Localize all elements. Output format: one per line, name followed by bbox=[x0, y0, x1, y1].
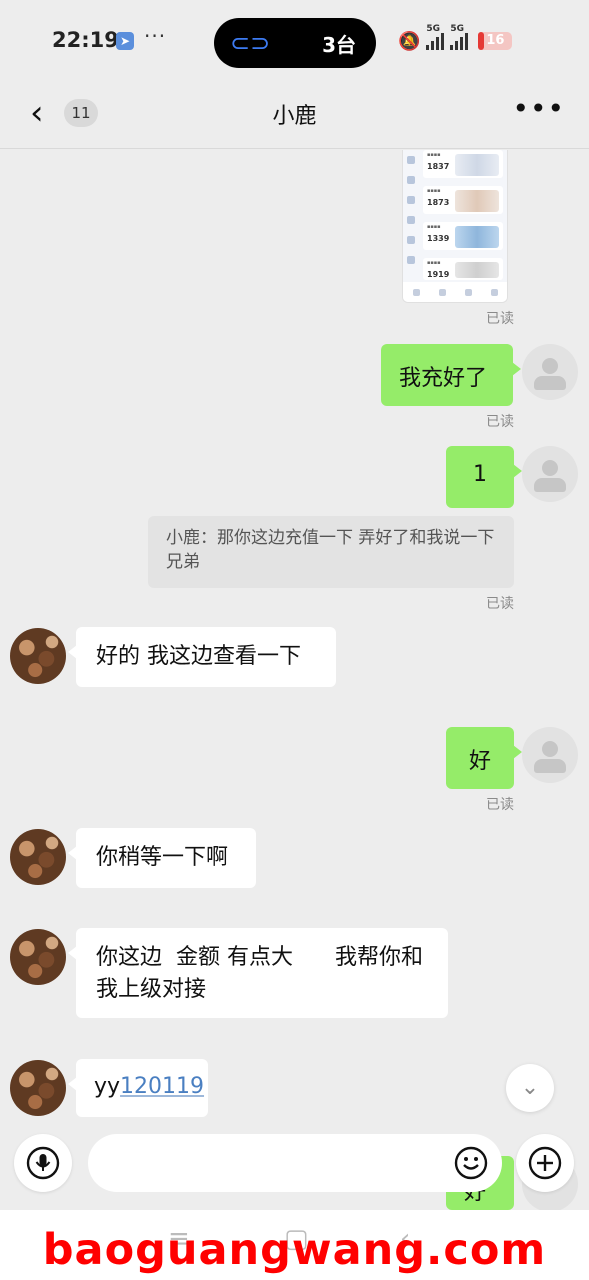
status-time: 22:19 bbox=[52, 28, 119, 52]
image-card: ▪▪▪▪ 1873 bbox=[423, 186, 503, 214]
my-message[interactable]: 好 bbox=[446, 727, 522, 789]
link-icon: ⊂⊃ bbox=[230, 29, 271, 57]
composer-bar bbox=[0, 1132, 589, 1198]
contact-avatar[interactable] bbox=[10, 829, 66, 885]
contact-message[interactable]: 好的 我这边查看一下 bbox=[68, 627, 336, 687]
chevron-down-icon: ⌄ bbox=[520, 1075, 540, 1100]
quoted-message[interactable]: 小鹿：那你这边充值一下 弄好了和我说一下兄弟 bbox=[148, 516, 514, 588]
my-avatar[interactable] bbox=[522, 446, 578, 502]
dynamic-island[interactable]: ⊂⊃ 3台 bbox=[214, 18, 376, 68]
battery-percent: 16 bbox=[486, 33, 505, 48]
read-receipt: 已读 bbox=[486, 311, 514, 327]
battery-icon: 16 bbox=[478, 32, 513, 50]
status-bar: 22:19 ➤ ··· ⊂⊃ 3台 🔕 5G 5G 16 bbox=[0, 0, 589, 84]
read-receipt: 已读 bbox=[486, 596, 514, 612]
notification-more-icon: ··· bbox=[144, 24, 167, 48]
network-type-1: 5G bbox=[426, 24, 441, 34]
navigation-app-icon: ➤ bbox=[116, 32, 134, 50]
watermark-text: baoguangwang.com bbox=[42, 1225, 547, 1275]
mute-icon: 🔕 bbox=[398, 30, 421, 52]
contact-message[interactable]: 你这边 金额 有点大 我帮你和我上级对接 bbox=[68, 928, 448, 1018]
island-text: 3台 bbox=[322, 33, 356, 57]
my-avatar[interactable] bbox=[522, 727, 578, 783]
contact-avatar[interactable] bbox=[10, 628, 66, 684]
phone-number-link[interactable]: 120119 bbox=[120, 1074, 204, 1099]
status-icons: 🔕 5G 5G 16 bbox=[398, 24, 513, 54]
image-card-number: 1919 bbox=[427, 270, 450, 279]
image-card-number: 1339 bbox=[427, 234, 450, 243]
shared-image[interactable]: ▪▪▪▪ 1837 ▪▪▪▪ 1873 ▪▪▪▪ 1339 ▪▪▪▪ 1919 bbox=[402, 150, 508, 303]
voice-input-button[interactable] bbox=[14, 1134, 72, 1192]
my-message[interactable]: 1 bbox=[446, 446, 522, 508]
network-type-2: 5G bbox=[450, 24, 465, 34]
more-actions-button[interactable] bbox=[516, 1134, 574, 1192]
contact-avatar[interactable] bbox=[10, 1060, 66, 1116]
image-card-number: 1873 bbox=[427, 198, 450, 207]
more-dots-icon[interactable]: ••• bbox=[512, 92, 565, 125]
plus-circle-icon bbox=[528, 1146, 562, 1180]
read-receipt: 已读 bbox=[486, 414, 514, 430]
scroll-to-bottom-button[interactable]: ⌄ bbox=[506, 1064, 554, 1112]
signal-icon-2: 5G bbox=[450, 24, 469, 50]
image-card-number: 1837 bbox=[427, 162, 450, 171]
signal-icon-1: 5G bbox=[426, 24, 445, 50]
my-avatar[interactable] bbox=[522, 344, 578, 400]
smile-icon bbox=[454, 1146, 488, 1180]
read-receipt: 已读 bbox=[486, 797, 514, 813]
image-card: ▪▪▪▪ 1837 bbox=[423, 150, 503, 178]
image-sidebar bbox=[403, 150, 419, 280]
contact-message[interactable]: yy120119 bbox=[68, 1059, 208, 1117]
microphone-icon bbox=[26, 1146, 60, 1180]
contact-avatar[interactable] bbox=[10, 929, 66, 985]
contact-message[interactable]: 你稍等一下啊 bbox=[68, 828, 256, 888]
emoji-button[interactable] bbox=[442, 1132, 500, 1190]
image-card: ▪▪▪▪ 1339 bbox=[423, 222, 503, 250]
my-message[interactable]: 我充好了 bbox=[381, 344, 521, 406]
chat-title: 小鹿 bbox=[272, 104, 317, 129]
message-text: yy bbox=[94, 1074, 121, 1099]
image-card: ▪▪▪▪ 1919 bbox=[423, 258, 503, 280]
image-tabbar bbox=[403, 282, 507, 302]
chat-header: ‹ 11 小鹿 ••• bbox=[0, 84, 589, 149]
message-input[interactable] bbox=[88, 1134, 502, 1192]
